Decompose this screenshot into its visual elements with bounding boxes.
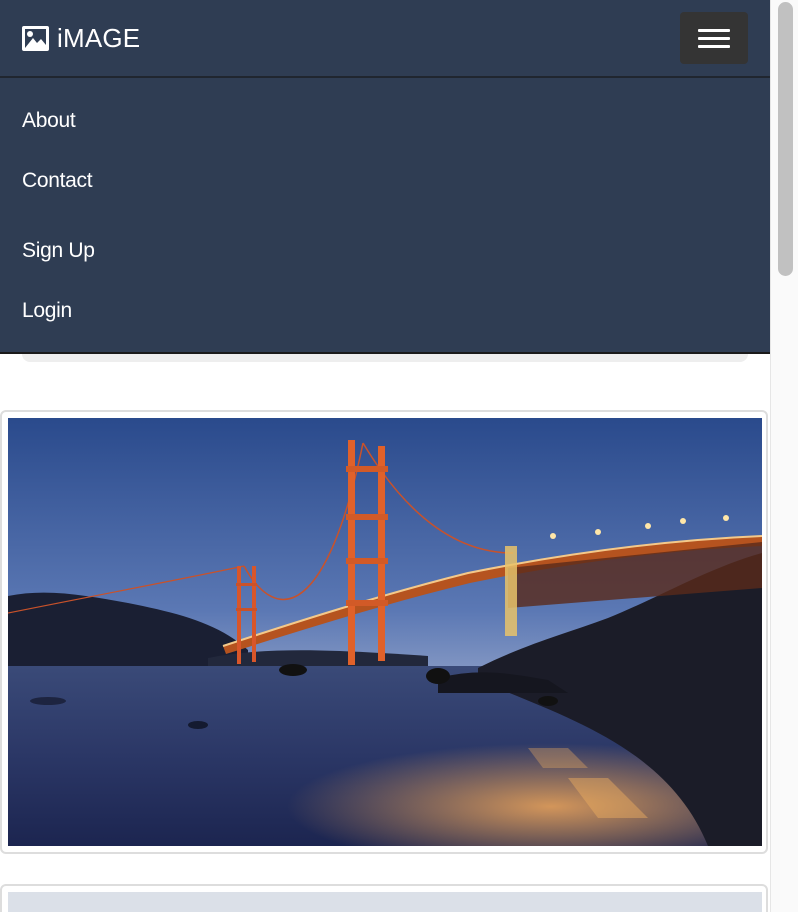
navbar-header: iMAGE [0, 0, 770, 78]
bridge-photo [8, 418, 762, 846]
page-viewport: iMAGE About Contact Sign Up Login [0, 0, 770, 912]
gallery-thumbnail[interactable] [0, 410, 768, 854]
navbar: iMAGE About Contact Sign Up Login [0, 0, 770, 354]
brand-name: iMAGE [57, 23, 141, 53]
nav-link-login[interactable]: Login [22, 299, 72, 323]
gallery-thumbnail[interactable] [0, 884, 768, 912]
vertical-scrollbar[interactable] [770, 0, 798, 912]
nav-link-contact[interactable]: Contact [22, 169, 93, 193]
navbar-toggle-button[interactable] [680, 12, 748, 64]
nav-link-sign-up[interactable]: Sign Up [22, 239, 95, 263]
gallery-photo [8, 892, 762, 912]
nav-link-about[interactable]: About [22, 109, 76, 133]
brand-link[interactable]: iMAGE [22, 23, 140, 53]
picture-icon [22, 25, 49, 51]
scrollbar-thumb[interactable] [778, 2, 793, 276]
